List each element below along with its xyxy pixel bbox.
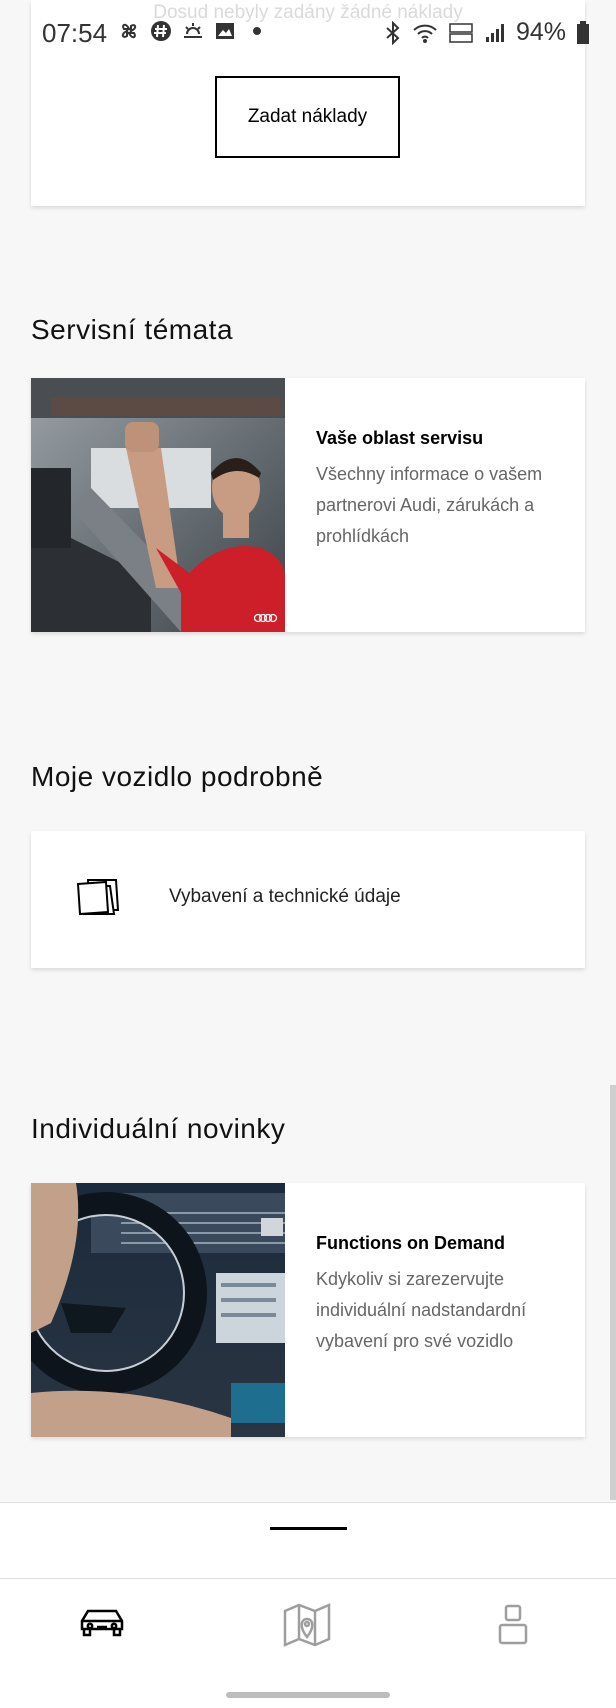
status-time: 07:54 (42, 18, 108, 48)
status-left-icons (118, 20, 268, 42)
car-icon[interactable] (78, 1603, 126, 1648)
home-indicator[interactable] (226, 1692, 390, 1698)
hashtag-icon (150, 20, 172, 42)
documents-icon (76, 876, 122, 923)
service-area-card[interactable]: Vaše oblast servisu Všechny informace o … (31, 378, 585, 632)
scrollbar[interactable] (610, 1085, 616, 1500)
wifi-icon (413, 24, 437, 43)
sheet-handle[interactable] (270, 1527, 347, 1530)
weather-icon (182, 20, 204, 42)
volte-icon (449, 22, 473, 43)
car-interior-image (31, 1183, 285, 1437)
status-right: 94% (384, 18, 590, 47)
bottom-navigation (0, 1502, 616, 1708)
news-card-heading: Functions on Demand (316, 1233, 505, 1253)
battery-percent: 94% (515, 18, 566, 46)
functions-on-demand-card[interactable]: Functions on Demand Kdykoliv si zarezerv… (31, 1183, 585, 1437)
service-section-title: Servisní témata (31, 314, 234, 345)
equipment-label: Vybavení a technické údaje (169, 886, 401, 907)
image-icon (214, 20, 236, 42)
equipment-card[interactable]: Vybavení a technické údaje (31, 831, 585, 968)
battery-icon (577, 20, 589, 44)
dot-icon (246, 20, 268, 42)
signal-icon (485, 23, 504, 42)
bluetooth-icon (386, 20, 400, 45)
vehicle-section-title: Moje vozidlo podrobně (31, 761, 324, 792)
fan-icon (118, 20, 140, 42)
service-card-description: Všechny informace o vašem partnerovi Aud… (316, 464, 543, 546)
status-bar: 07:54 94% (0, 0, 616, 70)
news-section-title: Individuální novinky (31, 1113, 286, 1144)
enter-costs-button[interactable]: Zadat náklady (215, 76, 400, 158)
tabs-divider (0, 1578, 616, 1579)
map-icon[interactable] (283, 1603, 331, 1652)
profile-icon[interactable] (497, 1603, 529, 1652)
news-card-description: Kdykoliv si zarezervujte individuální na… (316, 1269, 527, 1351)
mechanic-image (31, 378, 285, 632)
service-card-heading: Vaše oblast servisu (316, 428, 484, 448)
